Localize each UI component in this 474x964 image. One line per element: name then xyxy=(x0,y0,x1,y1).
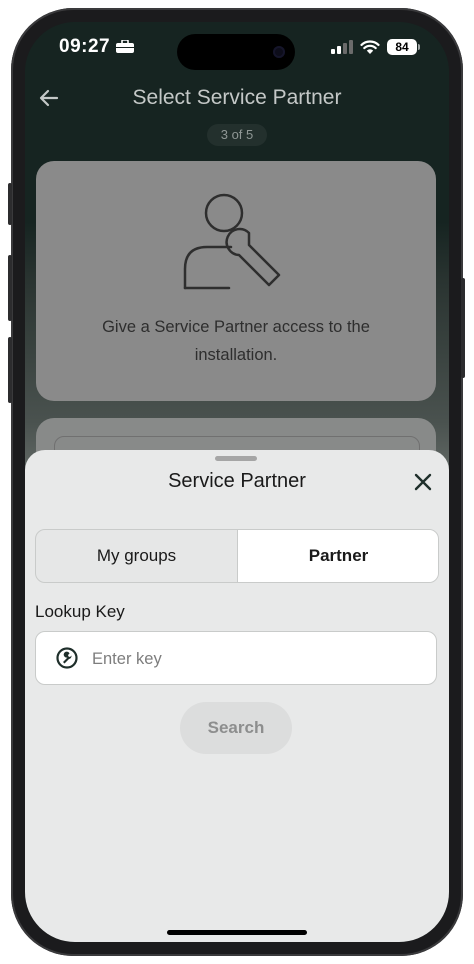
page-title: Select Service Partner xyxy=(132,86,342,109)
close-button[interactable] xyxy=(409,468,437,496)
briefcase-icon xyxy=(116,40,134,53)
info-text: Give a Service Partner access to the ins… xyxy=(102,318,370,364)
dynamic-island xyxy=(177,34,295,70)
power-button xyxy=(461,278,465,378)
person-wrench-icon xyxy=(183,193,281,290)
lookup-key-input[interactable] xyxy=(90,632,424,686)
wifi-icon xyxy=(360,40,380,54)
home-indicator[interactable] xyxy=(167,930,307,935)
screen: 09:27 84 Select Service Partner 3 of 5 G… xyxy=(25,22,449,942)
close-icon xyxy=(414,473,432,491)
bottom-sheet: Service Partner My groups Partner Lookup… xyxy=(25,450,449,942)
wrench-icon xyxy=(56,647,78,669)
segmented-control: My groups Partner xyxy=(35,529,439,583)
volume-up-button xyxy=(8,255,12,321)
search-button[interactable]: Search xyxy=(180,702,292,754)
volume-down-button xyxy=(8,337,12,403)
step-indicator: 3 of 5 xyxy=(207,124,267,146)
action-button xyxy=(8,183,12,225)
signal-icon xyxy=(331,40,353,54)
status-time: 09:27 xyxy=(59,36,111,57)
status-bar: 09:27 84 xyxy=(25,22,449,72)
lookup-key-field[interactable] xyxy=(35,631,437,686)
sheet-drag-handle[interactable] xyxy=(215,456,257,461)
info-card: Give a Service Partner access to the ins… xyxy=(36,161,436,401)
tab-partner[interactable]: Partner xyxy=(237,530,438,582)
battery-tip xyxy=(418,44,420,50)
camera-icon xyxy=(273,46,285,58)
sheet-title: Service Partner xyxy=(168,470,306,492)
lookup-key-label: Lookup Key xyxy=(35,602,125,621)
battery-indicator: 84 xyxy=(387,39,417,55)
tab-my-groups[interactable]: My groups xyxy=(36,530,237,582)
